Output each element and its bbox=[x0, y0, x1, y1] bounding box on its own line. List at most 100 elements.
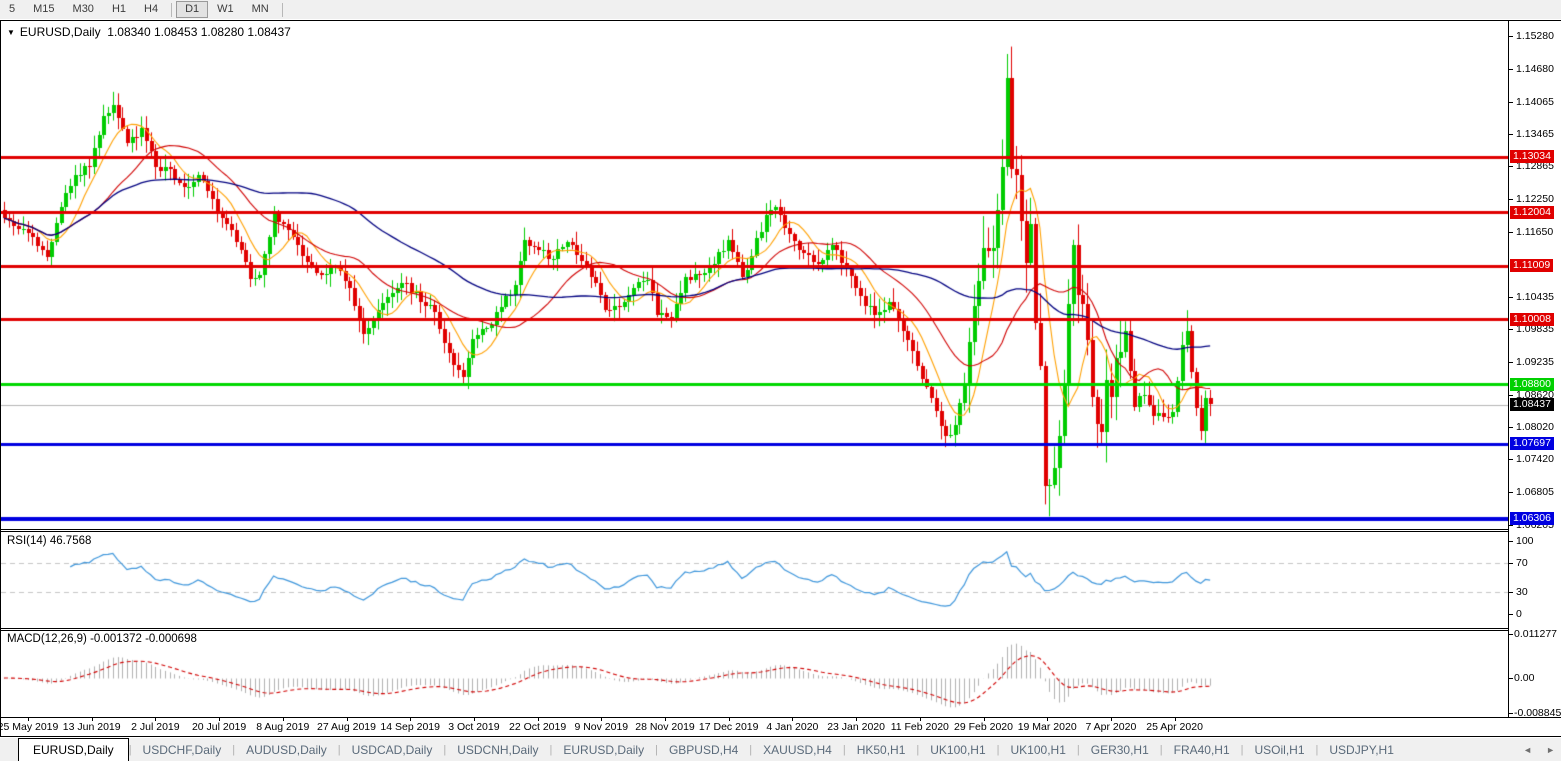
price-level-badge: 1.13034 bbox=[1510, 150, 1554, 164]
chart-title: ▼ EURUSD,Daily 1.08340 1.08453 1.08280 1.… bbox=[7, 25, 291, 39]
chevron-down-icon[interactable]: ▼ bbox=[7, 28, 15, 37]
tab-usdcad-daily[interactable]: USDCAD,Daily bbox=[341, 738, 444, 761]
date-tick-label: 22 Oct 2019 bbox=[508, 721, 567, 733]
timeframe-button-5[interactable]: 5 bbox=[0, 1, 24, 18]
toolbar-separator bbox=[281, 2, 283, 17]
timeframe-button-h1[interactable]: H1 bbox=[103, 1, 135, 18]
date-tick-label: 14 Sep 2019 bbox=[380, 721, 440, 733]
price-tick-label: 1.08020 bbox=[1509, 421, 1554, 433]
tick-mark bbox=[1509, 166, 1513, 168]
date-tick-label: 11 Feb 2020 bbox=[890, 721, 949, 733]
macd-indicator-chart[interactable] bbox=[1, 631, 1508, 717]
tab-eurusd-daily[interactable]: EURUSD,Daily bbox=[552, 738, 655, 761]
date-tick-label: 4 Jan 2020 bbox=[766, 721, 819, 733]
tick-mark bbox=[1509, 133, 1513, 135]
price-tick-label: 1.12250 bbox=[1509, 193, 1554, 205]
tab-usoil-h1[interactable]: USOil,H1 bbox=[1244, 738, 1316, 761]
tab-fra40-h1[interactable]: FRA40,H1 bbox=[1163, 738, 1241, 761]
tab-uk100-h1[interactable]: UK100,H1 bbox=[919, 738, 996, 761]
tick-mark bbox=[1509, 101, 1513, 103]
tab-xauusd-h4[interactable]: XAUUSD,H4 bbox=[752, 738, 843, 761]
date-tick-label: 17 Dec 2019 bbox=[698, 721, 759, 733]
main-price-chart[interactable] bbox=[1, 21, 1508, 529]
price-level-badge: 1.11009 bbox=[1510, 259, 1554, 273]
chart-window: ▼ EURUSD,Daily 1.08340 1.08453 1.08280 1.… bbox=[0, 20, 1561, 737]
mt4-terminal: { "toolbar": { "groups": [["5","M15","M3… bbox=[0, 0, 1561, 761]
macd-tick-label: 0.00 bbox=[1509, 672, 1534, 684]
tick-mark bbox=[1509, 296, 1513, 298]
tab-scroll-left-icon[interactable]: ◄ bbox=[1523, 745, 1532, 755]
tick-mark bbox=[1509, 426, 1513, 428]
date-tick-label: 27 Aug 2019 bbox=[317, 721, 376, 733]
tick-mark bbox=[1509, 459, 1513, 461]
price-tick-label: 1.10435 bbox=[1509, 291, 1554, 303]
price-tick-label: 1.11650 bbox=[1509, 226, 1553, 238]
tab-uk100-h1[interactable]: UK100,H1 bbox=[1000, 738, 1077, 761]
tab-ger30-h1[interactable]: GER30,H1 bbox=[1080, 738, 1160, 761]
date-tick-label: 8 Aug 2019 bbox=[256, 721, 310, 733]
date-tick-label: 2 Jul 2019 bbox=[131, 721, 180, 733]
tab-eurusd-daily[interactable]: EURUSD,Daily bbox=[18, 738, 129, 761]
price-tick-label: 1.09235 bbox=[1509, 356, 1554, 368]
timeframe-button-m30[interactable]: M30 bbox=[64, 1, 103, 18]
chart-tab-bar: EURUSD,Daily | USDCHF,Daily | AUDUSD,Daily | U… bbox=[0, 738, 1561, 761]
price-level-badge: 1.12004 bbox=[1510, 205, 1554, 219]
tab-scroll-right-icon[interactable]: ► bbox=[1546, 745, 1555, 755]
tick-mark bbox=[1509, 562, 1513, 564]
tick-mark bbox=[1509, 231, 1513, 233]
price-level-badge: 1.08437 bbox=[1510, 397, 1554, 411]
price-level-badge: 1.08800 bbox=[1510, 377, 1554, 391]
price-tick-label: 1.14065 bbox=[1509, 96, 1554, 108]
tick-mark bbox=[1509, 678, 1513, 679]
tab-usdchf-daily[interactable]: USDCHF,Daily bbox=[132, 738, 233, 761]
tick-mark bbox=[1509, 36, 1513, 38]
tick-mark bbox=[1509, 492, 1513, 494]
tab-usdcnh-daily[interactable]: USDCNH,Daily bbox=[446, 738, 549, 761]
toolbar-separator bbox=[171, 2, 173, 17]
date-tick-label: 7 Apr 2020 bbox=[1085, 721, 1137, 733]
date-tick-label: 19 Mar 2020 bbox=[1017, 721, 1077, 733]
tick-mark bbox=[1509, 394, 1513, 396]
tick-mark bbox=[1509, 541, 1513, 542]
tab-audusd-daily[interactable]: AUDUSD,Daily bbox=[235, 738, 338, 761]
date-tick-label: 13 Jun 2019 bbox=[62, 721, 121, 733]
timeframe-button-mn[interactable]: MN bbox=[243, 1, 278, 18]
price-tick-label: 1.13465 bbox=[1509, 128, 1554, 140]
rsi-indicator-chart[interactable] bbox=[1, 533, 1508, 628]
rsi-tick-label: 0 bbox=[1509, 608, 1522, 620]
timeframe-button-d1[interactable]: D1 bbox=[176, 1, 209, 18]
rsi-tick-label: 30 bbox=[1509, 586, 1528, 598]
timeframe-button-w1[interactable]: W1 bbox=[208, 1, 243, 18]
chart-symbol-label: EURUSD,Daily bbox=[19, 25, 101, 39]
tick-mark bbox=[1509, 614, 1513, 615]
rsi-tick-label: 100 bbox=[1509, 535, 1534, 547]
date-tick-label: 25 May 2019 bbox=[0, 721, 59, 733]
tab-nav: ◄ ► bbox=[1523, 738, 1555, 761]
price-axis[interactable]: 1.15280 1.14680 1.14065 1.13465 1.12865 1.122… bbox=[1508, 21, 1561, 717]
date-axis[interactable]: 25 May 2019 13 Jun 2019 2 Jul 2019 20 Jul 2… bbox=[0, 718, 1561, 736]
macd-label: MACD(12,26,9) -0.001372 -0.000698 bbox=[7, 633, 197, 645]
tick-mark bbox=[1509, 592, 1513, 594]
timeframe-button-m15[interactable]: M15 bbox=[24, 1, 63, 18]
macd-tick-label: -0.008845 bbox=[1509, 707, 1561, 717]
tab-gbpusd-h4[interactable]: GBPUSD,H4 bbox=[658, 738, 749, 761]
date-tick-label: 20 Jul 2019 bbox=[191, 721, 247, 733]
macd-tick-label: 0.011277 bbox=[1509, 628, 1557, 640]
price-tick-label: 1.06805 bbox=[1509, 486, 1554, 498]
date-tick-label: 3 Oct 2019 bbox=[448, 721, 500, 733]
tick-mark bbox=[1509, 634, 1513, 635]
timeframe-toolbar: 5 M15 M30 H1 H4 D1 W1 MN bbox=[0, 0, 1561, 19]
panel-splitter[interactable] bbox=[1, 529, 1560, 532]
price-level-badge: 1.07697 bbox=[1510, 437, 1554, 451]
tick-mark bbox=[1509, 712, 1513, 714]
timeframe-button-h4[interactable]: H4 bbox=[135, 1, 167, 18]
date-tick-label: 29 Feb 2020 bbox=[954, 721, 1013, 733]
rsi-label: RSI(14) 46.7568 bbox=[7, 535, 92, 547]
date-tick-label: 25 Apr 2020 bbox=[1146, 721, 1203, 733]
tab-usdjpy-h1[interactable]: USDJPY,H1 bbox=[1318, 738, 1404, 761]
tick-mark bbox=[1509, 68, 1513, 70]
price-tick-label: 1.15280 bbox=[1509, 30, 1554, 42]
tab-hk50-h1[interactable]: HK50,H1 bbox=[846, 738, 917, 761]
price-level-badge: 1.06306 bbox=[1510, 512, 1554, 526]
tick-mark bbox=[1509, 199, 1513, 201]
